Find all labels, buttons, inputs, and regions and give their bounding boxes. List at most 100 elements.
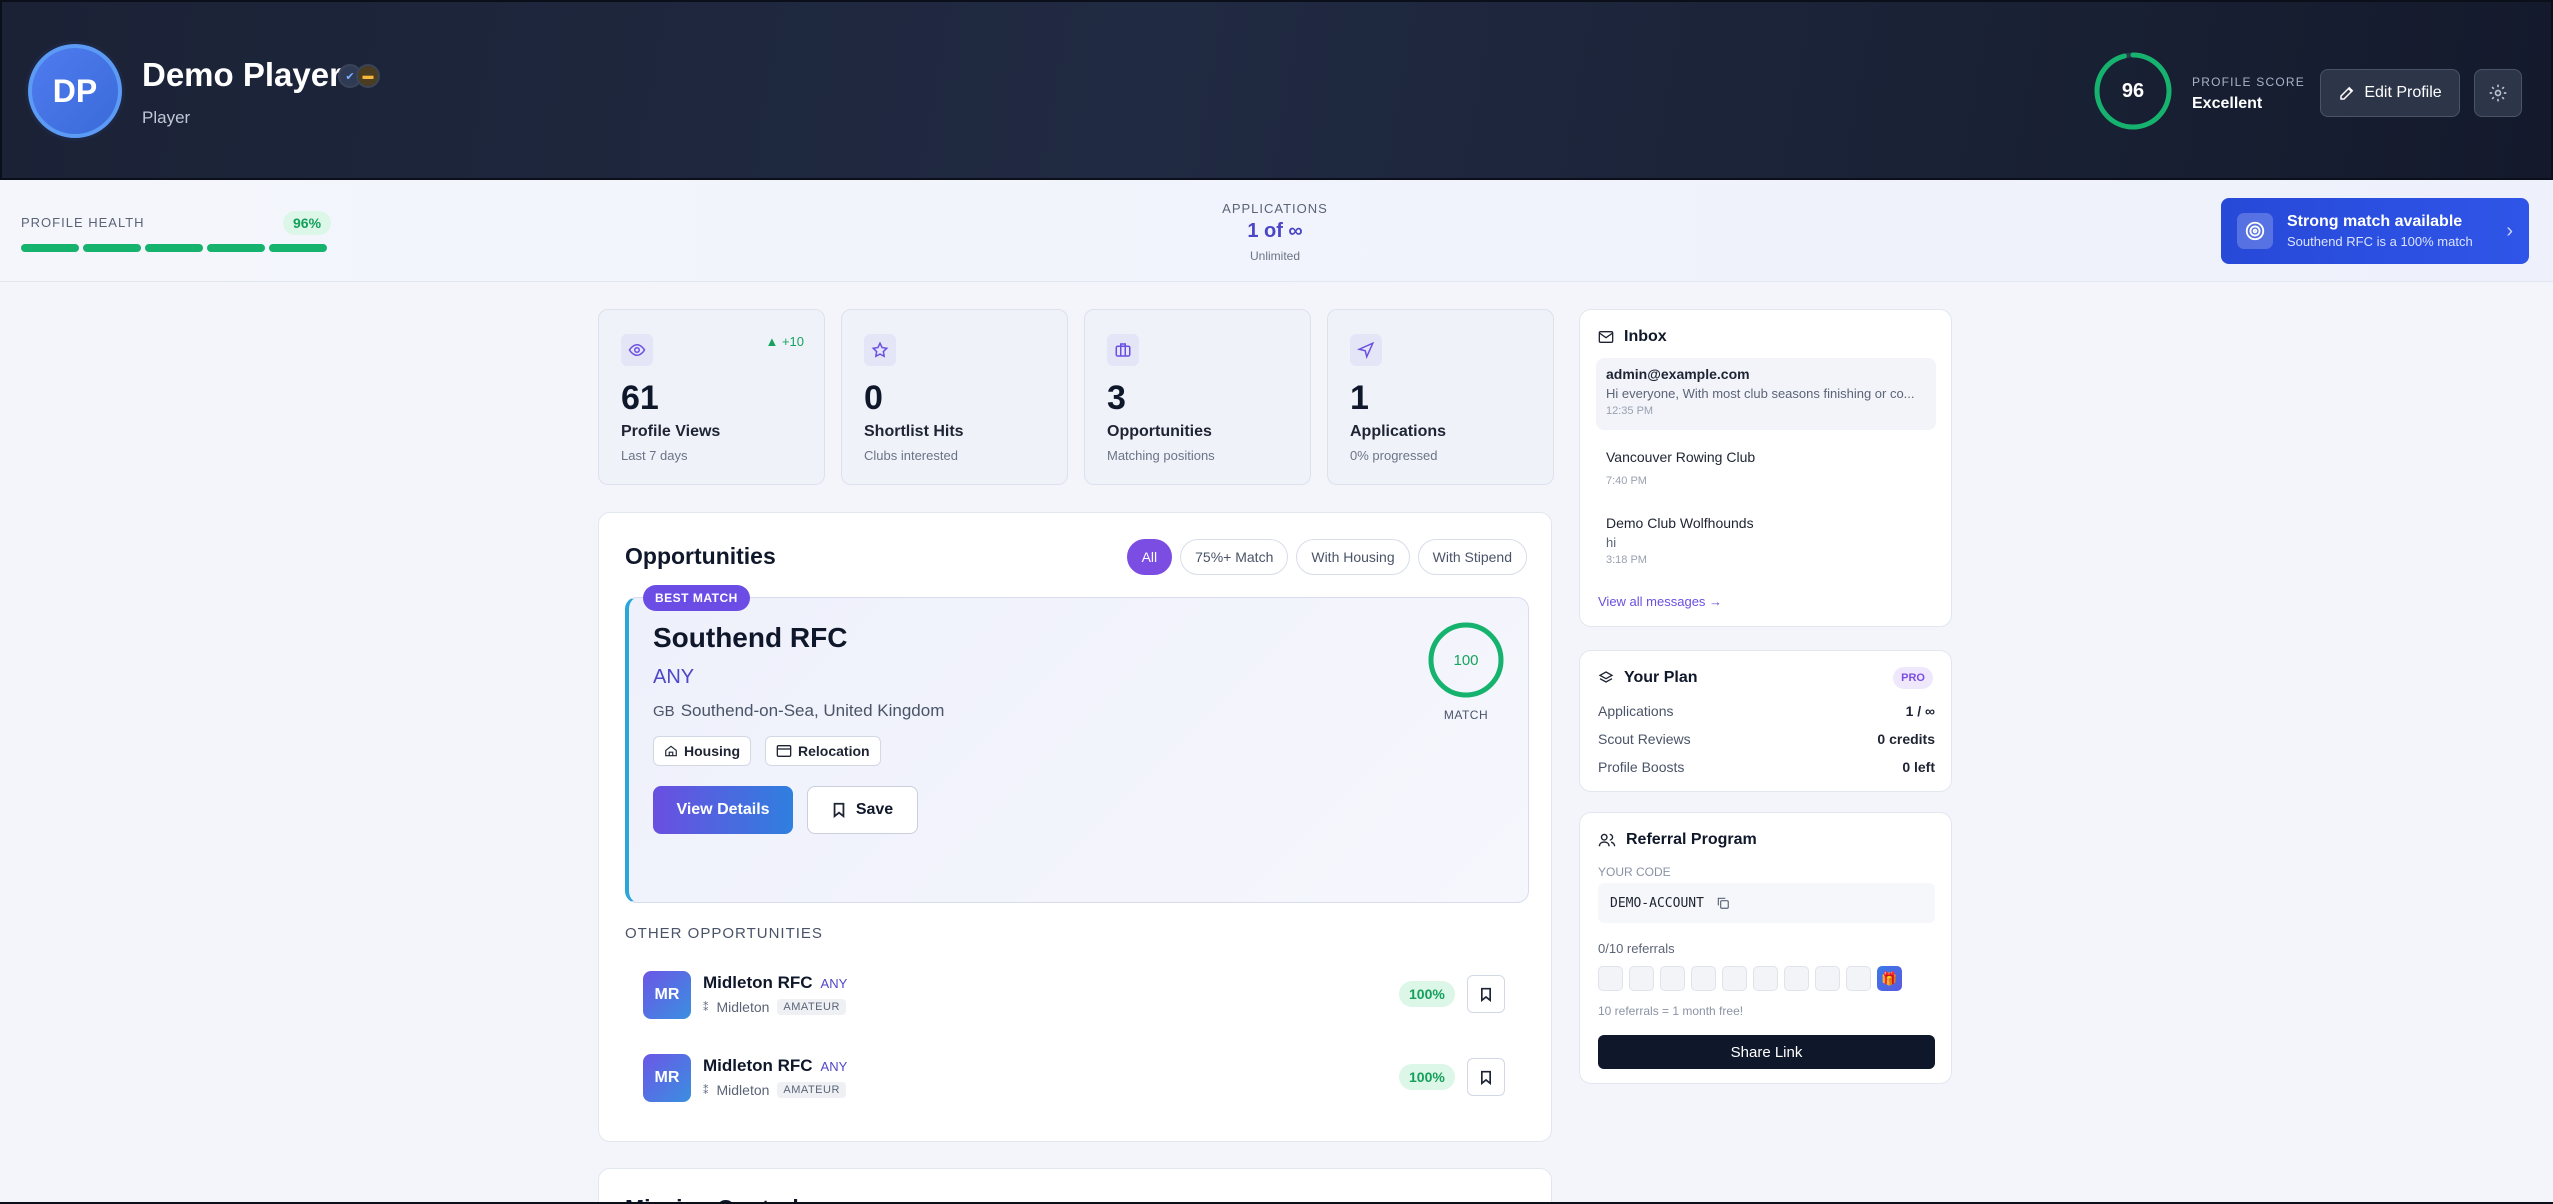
plan-key: Applications bbox=[1598, 703, 1674, 719]
health-segment bbox=[83, 244, 141, 252]
list-item[interactable]: MR Midleton RFC ANY ⁑ Midleton AMATEUR 10… bbox=[625, 961, 1529, 1031]
match-badge: 100% bbox=[1399, 1064, 1455, 1090]
referral-code-label: YOUR CODE bbox=[1598, 865, 1671, 879]
profile-header: DP Demo Player ✔ ▬ Player 96 PROFILE SCO… bbox=[0, 0, 2553, 180]
referral-slot bbox=[1815, 966, 1840, 991]
stat-title: Applications bbox=[1350, 423, 1447, 440]
health-segment bbox=[21, 244, 79, 252]
edit-profile-button[interactable]: Edit Profile bbox=[2320, 69, 2460, 117]
perk-label: Relocation bbox=[798, 743, 870, 759]
health-segment bbox=[269, 244, 327, 252]
bookmark-button[interactable] bbox=[1467, 1058, 1505, 1096]
referral-code-box: DEMO-ACCOUNT bbox=[1598, 883, 1935, 923]
club-name: Midleton RFC ANY bbox=[703, 1056, 847, 1076]
stat-subtitle: Matching positions bbox=[1107, 448, 1215, 463]
referral-code: DEMO-ACCOUNT bbox=[1610, 895, 1704, 911]
location-pin-icon: ⁑ bbox=[703, 1084, 709, 1097]
layers-icon bbox=[1598, 671, 1614, 683]
mission-control-panel: Mission Control bbox=[598, 1168, 1552, 1204]
filter-with-housing[interactable]: With Housing bbox=[1296, 539, 1410, 575]
banner-subtitle: Southend RFC is a 100% match bbox=[2287, 234, 2473, 249]
club-meta: ⁑ Midleton AMATEUR bbox=[703, 999, 846, 1015]
referral-card: Referral Program YOUR CODE DEMO-ACCOUNT … bbox=[1579, 812, 1952, 1084]
plan-row: Scout Reviews 0 credits bbox=[1598, 731, 1935, 747]
settings-button[interactable] bbox=[2474, 69, 2522, 117]
club-name: Midleton RFC ANY bbox=[703, 973, 847, 993]
club-name-text: Midleton RFC bbox=[703, 1056, 813, 1075]
match-score-label: MATCH bbox=[1443, 708, 1489, 722]
stat-title: Shortlist Hits bbox=[864, 423, 964, 440]
share-link-button[interactable]: Share Link bbox=[1598, 1035, 1935, 1069]
bookmark-icon bbox=[833, 802, 845, 818]
plan-card: Your Plan PRO Applications 1 / ∞ Scout Re… bbox=[1579, 650, 1952, 792]
inbox-title: Inbox bbox=[1624, 328, 1667, 345]
home-icon bbox=[665, 745, 677, 757]
stat-card-shortlist-hits[interactable]: 0 Shortlist Hits Clubs interested bbox=[841, 309, 1068, 485]
view-details-button[interactable]: View Details bbox=[653, 786, 793, 834]
plan-row: Applications 1 / ∞ bbox=[1598, 703, 1935, 719]
filter-with-stipend[interactable]: With Stipend bbox=[1417, 539, 1527, 575]
save-label: Save bbox=[855, 801, 894, 818]
best-match-card[interactable]: Southend RFC ANY GB Southend-on-Sea, Unit… bbox=[625, 597, 1529, 903]
filter-75-match[interactable]: 75%+ Match bbox=[1180, 539, 1289, 575]
filter-all[interactable]: All bbox=[1126, 539, 1173, 575]
profile-score-value: 96 bbox=[2121, 79, 2145, 102]
bookmark-icon bbox=[1481, 987, 1491, 1002]
message-time: 3:18 PM bbox=[1606, 554, 1647, 566]
strong-match-banner[interactable]: Strong match available Southend RFC is a… bbox=[2221, 198, 2529, 264]
send-icon bbox=[1350, 334, 1382, 366]
id-card-badge-icon: ▬ bbox=[356, 64, 380, 88]
message-preview: Hi everyone, With most club seasons fini… bbox=[1606, 386, 1915, 401]
bookmark-icon bbox=[1481, 1070, 1491, 1085]
perks: Housing Relocation bbox=[653, 736, 881, 766]
referral-slot bbox=[1722, 966, 1747, 991]
applications-label: APPLICATIONS bbox=[1222, 201, 1328, 216]
best-match-tag: BEST MATCH bbox=[643, 585, 750, 611]
badges: ✔ ▬ bbox=[338, 64, 380, 88]
referral-title: Referral Program bbox=[1626, 831, 1757, 848]
referral-count: 0/10 referrals bbox=[1598, 941, 1675, 956]
stat-card-applications[interactable]: 1 Applications 0% progressed bbox=[1327, 309, 1554, 485]
referral-slot bbox=[1629, 966, 1654, 991]
briefcase-icon bbox=[1107, 334, 1139, 366]
match-badge: 100% bbox=[1399, 981, 1455, 1007]
inbox-card: Inbox admin@example.com Hi everyone, Wit… bbox=[1579, 309, 1952, 627]
eye-icon bbox=[621, 334, 653, 366]
stat-value: 61 bbox=[621, 379, 659, 417]
copy-icon[interactable] bbox=[1716, 896, 1730, 910]
stat-value: 1 bbox=[1350, 379, 1369, 417]
mail-icon bbox=[1598, 331, 1614, 343]
message-item[interactable]: admin@example.com Hi everyone, With most… bbox=[1596, 358, 1936, 430]
referral-slot bbox=[1598, 966, 1623, 991]
club-avatar: MR bbox=[643, 1054, 691, 1102]
inbox-header: Inbox bbox=[1598, 328, 1667, 346]
stat-card-profile-views[interactable]: ▲ +10 61 Profile Views Last 7 days bbox=[598, 309, 825, 485]
opportunities-title: Opportunities bbox=[625, 543, 776, 569]
plan-key: Profile Boosts bbox=[1598, 759, 1685, 775]
message-time: 7:40 PM bbox=[1606, 475, 1647, 487]
plan-header: Your Plan bbox=[1598, 669, 1698, 687]
stat-subtitle: 0% progressed bbox=[1350, 448, 1438, 463]
club-location: Midleton bbox=[716, 999, 770, 1015]
avatar[interactable]: DP bbox=[28, 44, 122, 138]
level-tag: AMATEUR bbox=[777, 999, 846, 1015]
bookmark-button[interactable] bbox=[1467, 975, 1505, 1013]
view-all-messages-link[interactable]: View all messages → bbox=[1598, 594, 1722, 609]
applications-sub: Unlimited bbox=[1249, 249, 1300, 263]
list-item[interactable]: MR Midleton RFC ANY ⁑ Midleton AMATEUR 10… bbox=[625, 1044, 1529, 1114]
message-item[interactable]: Vancouver Rowing Club 7:40 PM bbox=[1596, 441, 1936, 495]
chevron-right-icon: › bbox=[2506, 219, 2513, 242]
club-position: ANY bbox=[820, 1059, 848, 1074]
message-item[interactable]: Demo Club Wolfhounds hi 3:18 PM bbox=[1596, 507, 1936, 574]
users-icon bbox=[1598, 833, 1616, 847]
club-meta: ⁑ Midleton AMATEUR bbox=[703, 1082, 846, 1098]
opportunity-filters: All 75%+ Match With Housing With Stipend bbox=[1126, 539, 1527, 575]
club-position: ANY bbox=[653, 666, 695, 688]
edit-profile-label: Edit Profile bbox=[2364, 84, 2442, 101]
opportunities-panel: Opportunities All 75%+ Match With Housin… bbox=[598, 512, 1552, 1142]
referral-progress-slots: 🎁 bbox=[1598, 966, 1902, 991]
save-button[interactable]: Save bbox=[807, 786, 918, 834]
profile-score-rating: Excellent bbox=[2192, 95, 2263, 112]
avatar-initials: DP bbox=[52, 72, 98, 109]
stat-card-opportunities[interactable]: 3 Opportunities Matching positions bbox=[1084, 309, 1311, 485]
